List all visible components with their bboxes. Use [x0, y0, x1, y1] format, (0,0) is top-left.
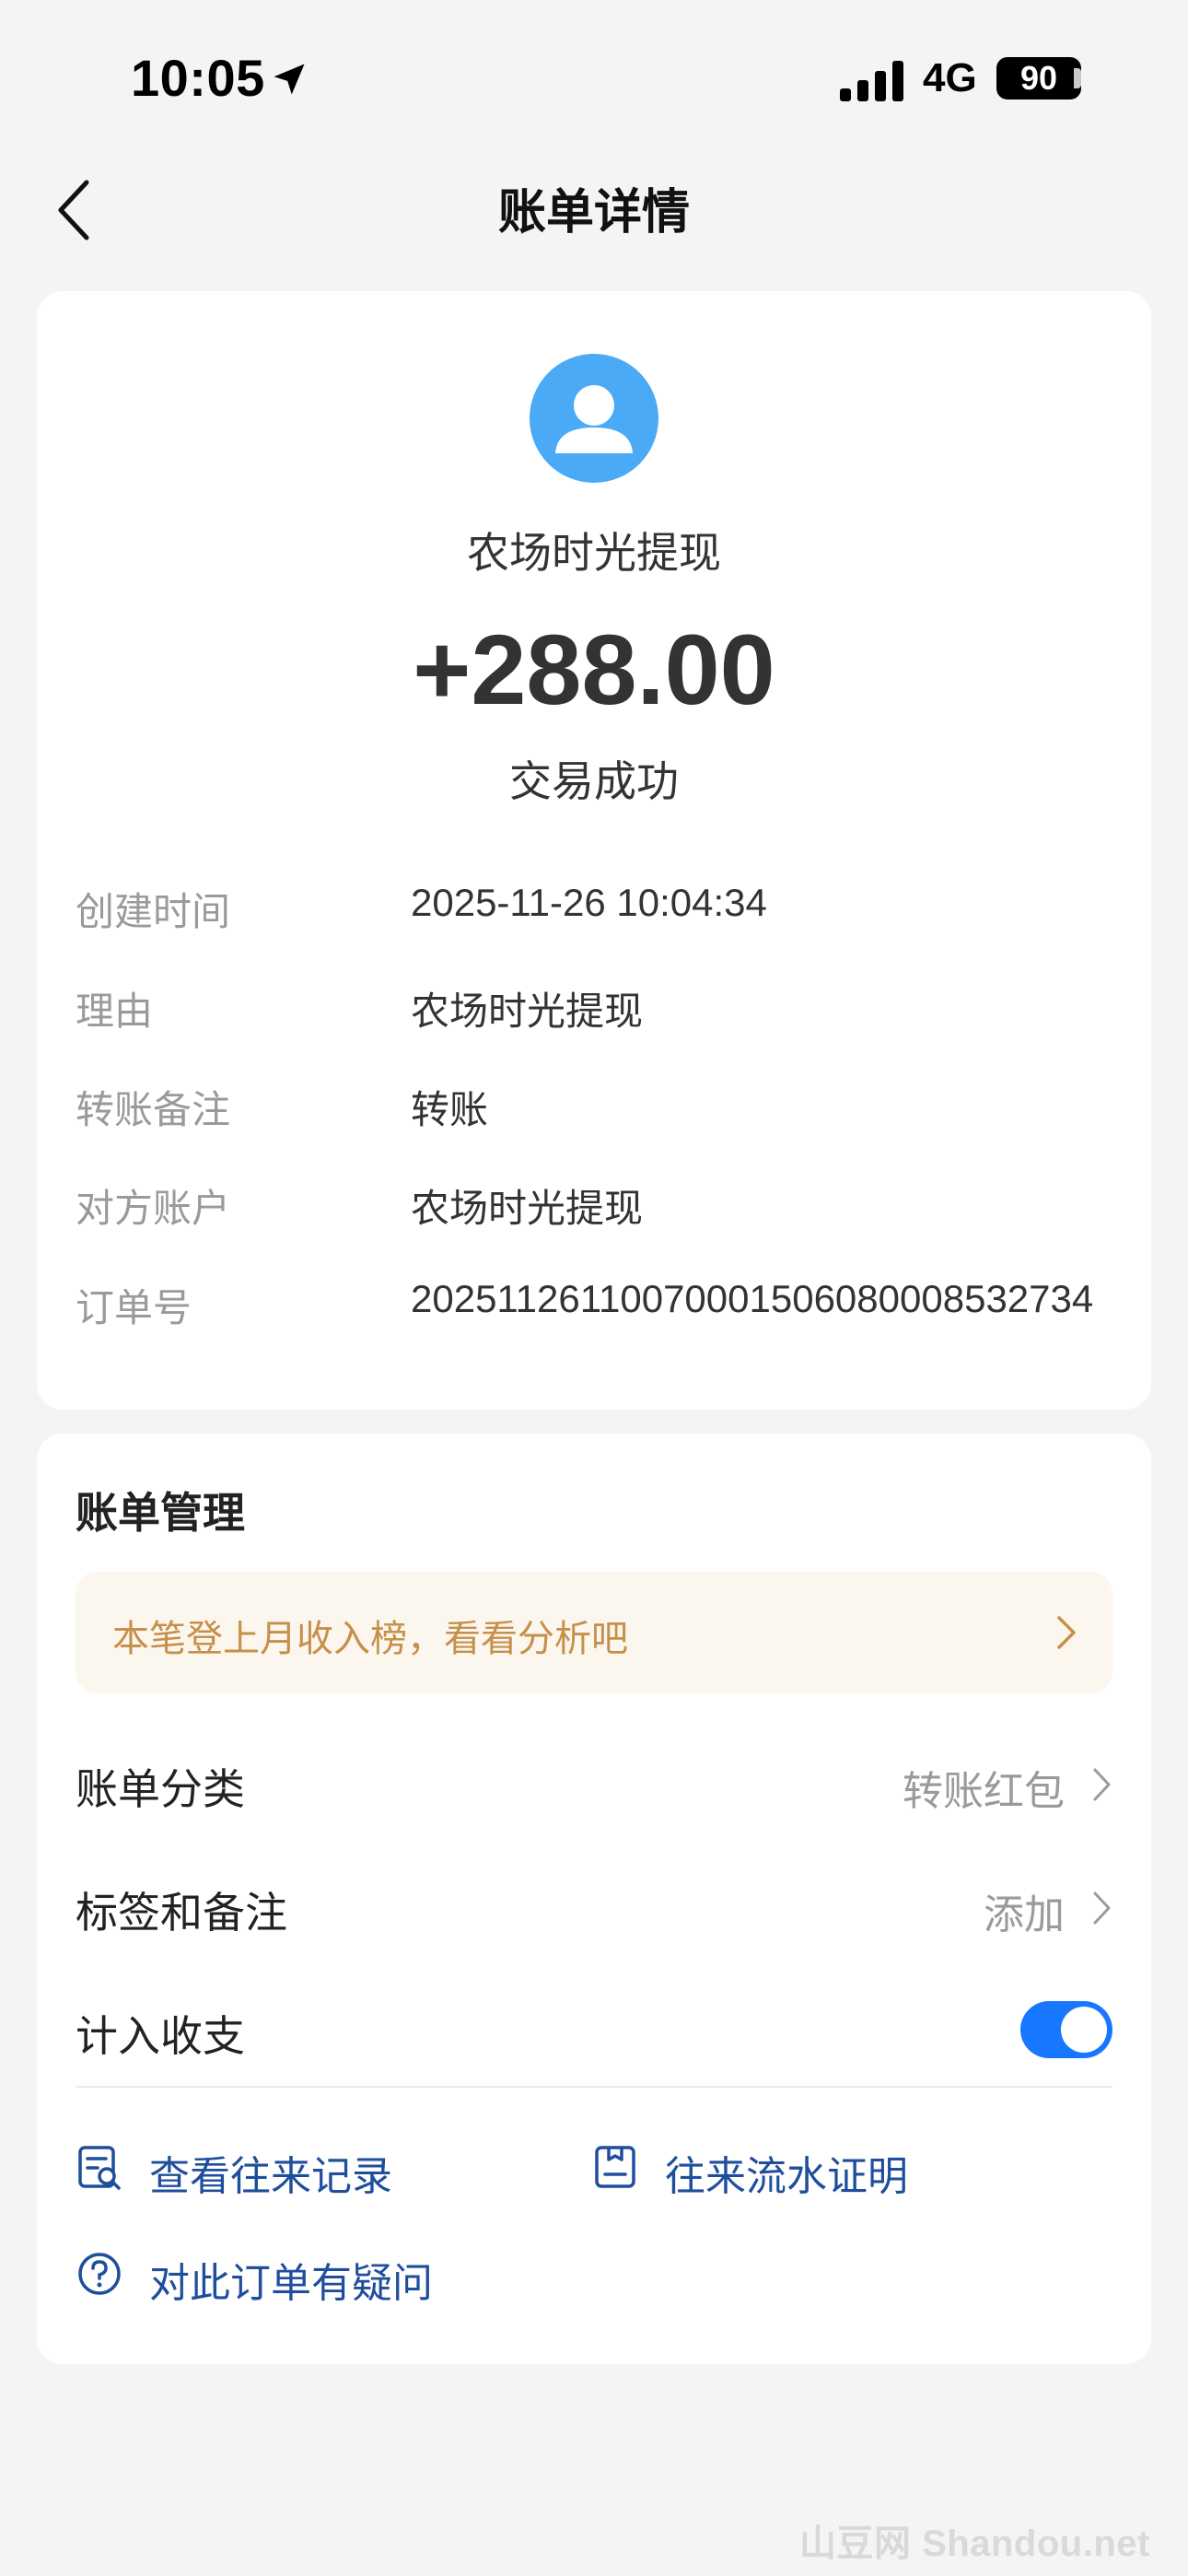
link-label: 查看往来记录 [149, 2154, 392, 2199]
detail-label: 转账备注 [76, 1088, 231, 1131]
detail-row-created-time: 创建时间 2025-11-26 10:04:34 [76, 881, 1125, 936]
avatar [530, 354, 658, 483]
battery-cap [1074, 68, 1081, 88]
link-label: 对此订单有疑问 [149, 2261, 433, 2306]
detail-label: 订单号 [76, 1286, 192, 1329]
setting-label: 账单分类 [76, 1765, 245, 1813]
detail-label: 对方账户 [76, 1187, 231, 1230]
document-proof-icon [595, 2146, 635, 2188]
order-question-link[interactable]: 对此订单有疑问 [76, 2244, 628, 2306]
view-history-link[interactable]: 查看往来记录 [76, 2137, 554, 2199]
setting-value: 转账红包 [903, 1769, 1065, 1814]
detail-value: 转账 [411, 1088, 489, 1131]
user-silhouette-icon [555, 385, 633, 453]
watermark: 山豆网 Shandou.net [799, 2523, 1150, 2564]
page-title: 账单详情 [497, 186, 690, 240]
detail-label: 创建时间 [76, 890, 231, 933]
detail-row-counterparty: 对方账户 农场时光提现 [76, 1177, 1125, 1233]
question-circle-icon [78, 2253, 121, 2295]
cellular-signal-icon [840, 61, 903, 101]
network-type: 4G [923, 55, 977, 100]
record-search-icon [78, 2146, 121, 2190]
setting-value: 添加 [984, 1892, 1065, 1938]
detail-row-reason: 理由 农场时光提现 [76, 980, 1125, 1036]
payee-name: 农场时光提现 [467, 529, 721, 577]
tags-notes-row[interactable]: 标签和备注 添加 [76, 1870, 1112, 1944]
setting-label: 标签和备注 [76, 1889, 287, 1937]
chevron-right-icon [1093, 1891, 1111, 1925]
detail-value: 农场时光提现 [411, 989, 644, 1033]
transaction-card: 农场时光提现 +288.00 交易成功 创建时间 2025-11-26 10:0… [37, 291, 1151, 1410]
status-bar: 10:05 4G 90 [0, 0, 1188, 157]
chevron-right-icon [1093, 1768, 1111, 1801]
link-label: 往来流水证明 [665, 2154, 908, 2199]
transaction-proof-link[interactable]: 往来流水证明 [591, 2137, 1070, 2199]
banner-text: 本笔登上月收入榜，看看分析吧 [112, 1619, 628, 1659]
income-ranking-banner[interactable]: 本笔登上月收入榜，看看分析吧 [76, 1572, 1112, 1693]
bill-category-row[interactable]: 账单分类 转账红包 [76, 1747, 1112, 1821]
detail-row-remark: 转账备注 转账 [76, 1079, 1125, 1134]
bill-management-card: 账单管理 本笔登上月收入榜，看看分析吧 账单分类 转账红包 标签和备注 添加 计… [37, 1434, 1151, 2364]
transaction-status: 交易成功 [509, 757, 679, 805]
battery-icon: 90 [996, 57, 1081, 100]
detail-label: 理由 [76, 989, 154, 1033]
divider [76, 2086, 1112, 2088]
include-in-balance-row: 计入收支 [76, 1994, 1112, 2067]
detail-row-order-number: 订单号 20251126110070001506080008532734 [76, 1277, 1125, 1332]
include-in-balance-toggle[interactable] [1020, 2001, 1112, 2058]
detail-value[interactable]: 20251126110070001506080008532734 [411, 1277, 1093, 1321]
detail-value: 农场时光提现 [411, 1187, 644, 1230]
battery-level: 90 [1019, 59, 1058, 97]
status-time: 10:05 [131, 49, 265, 107]
chevron-right-icon [1057, 1616, 1076, 1649]
location-arrow-icon [274, 64, 305, 95]
setting-label: 计入收支 [76, 2012, 245, 2060]
detail-value: 2025-11-26 10:04:34 [411, 881, 767, 924]
toggle-knob [1061, 2007, 1107, 2053]
section-title: 账单管理 [76, 1489, 245, 1537]
transaction-amount: +288.00 [413, 614, 775, 725]
